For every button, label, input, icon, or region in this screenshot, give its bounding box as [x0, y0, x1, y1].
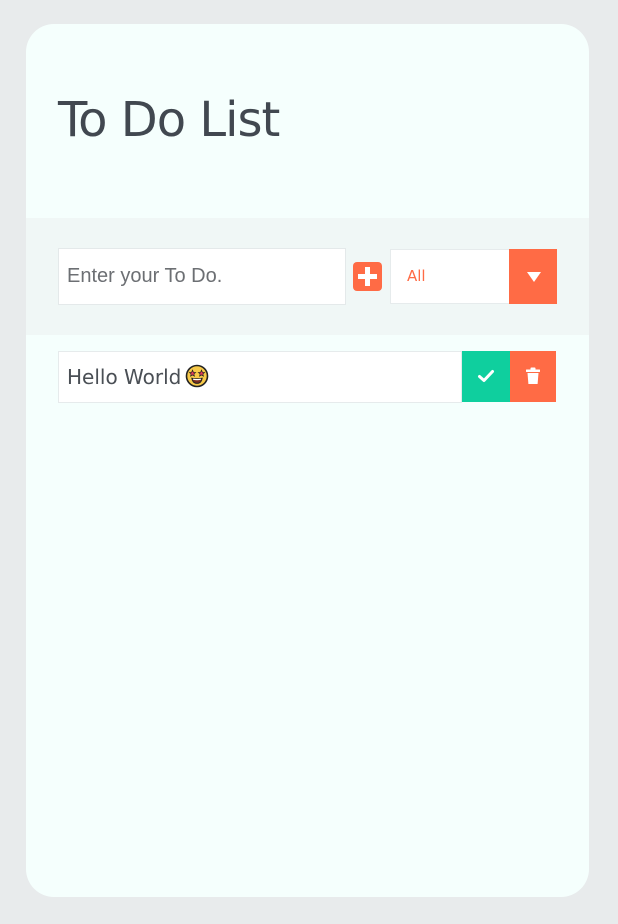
todo-item-body: Hello World — [58, 351, 462, 403]
filter-select[interactable]: All — [390, 249, 557, 304]
add-todo-button[interactable] — [353, 262, 382, 291]
todo-item: Hello World — [58, 351, 556, 403]
filter-dropdown-toggle[interactable] — [509, 249, 557, 304]
trash-icon — [526, 367, 540, 384]
check-icon — [478, 370, 494, 382]
todo-item-text-row: Hello World — [67, 352, 209, 402]
todo-item-text: Hello World — [67, 365, 182, 389]
delete-todo-button[interactable] — [510, 351, 556, 402]
caret-down-icon — [527, 272, 541, 282]
filter-selected-value: All — [407, 267, 426, 285]
page-title: To Do List — [58, 92, 280, 148]
star-struck-emoji-icon — [185, 356, 209, 388]
todo-list: Hello World — [58, 351, 556, 403]
complete-todo-button[interactable] — [462, 351, 510, 402]
todo-input[interactable] — [58, 248, 346, 305]
todo-form: All — [26, 218, 589, 335]
todo-card: To Do List All Hello World — [26, 24, 589, 897]
